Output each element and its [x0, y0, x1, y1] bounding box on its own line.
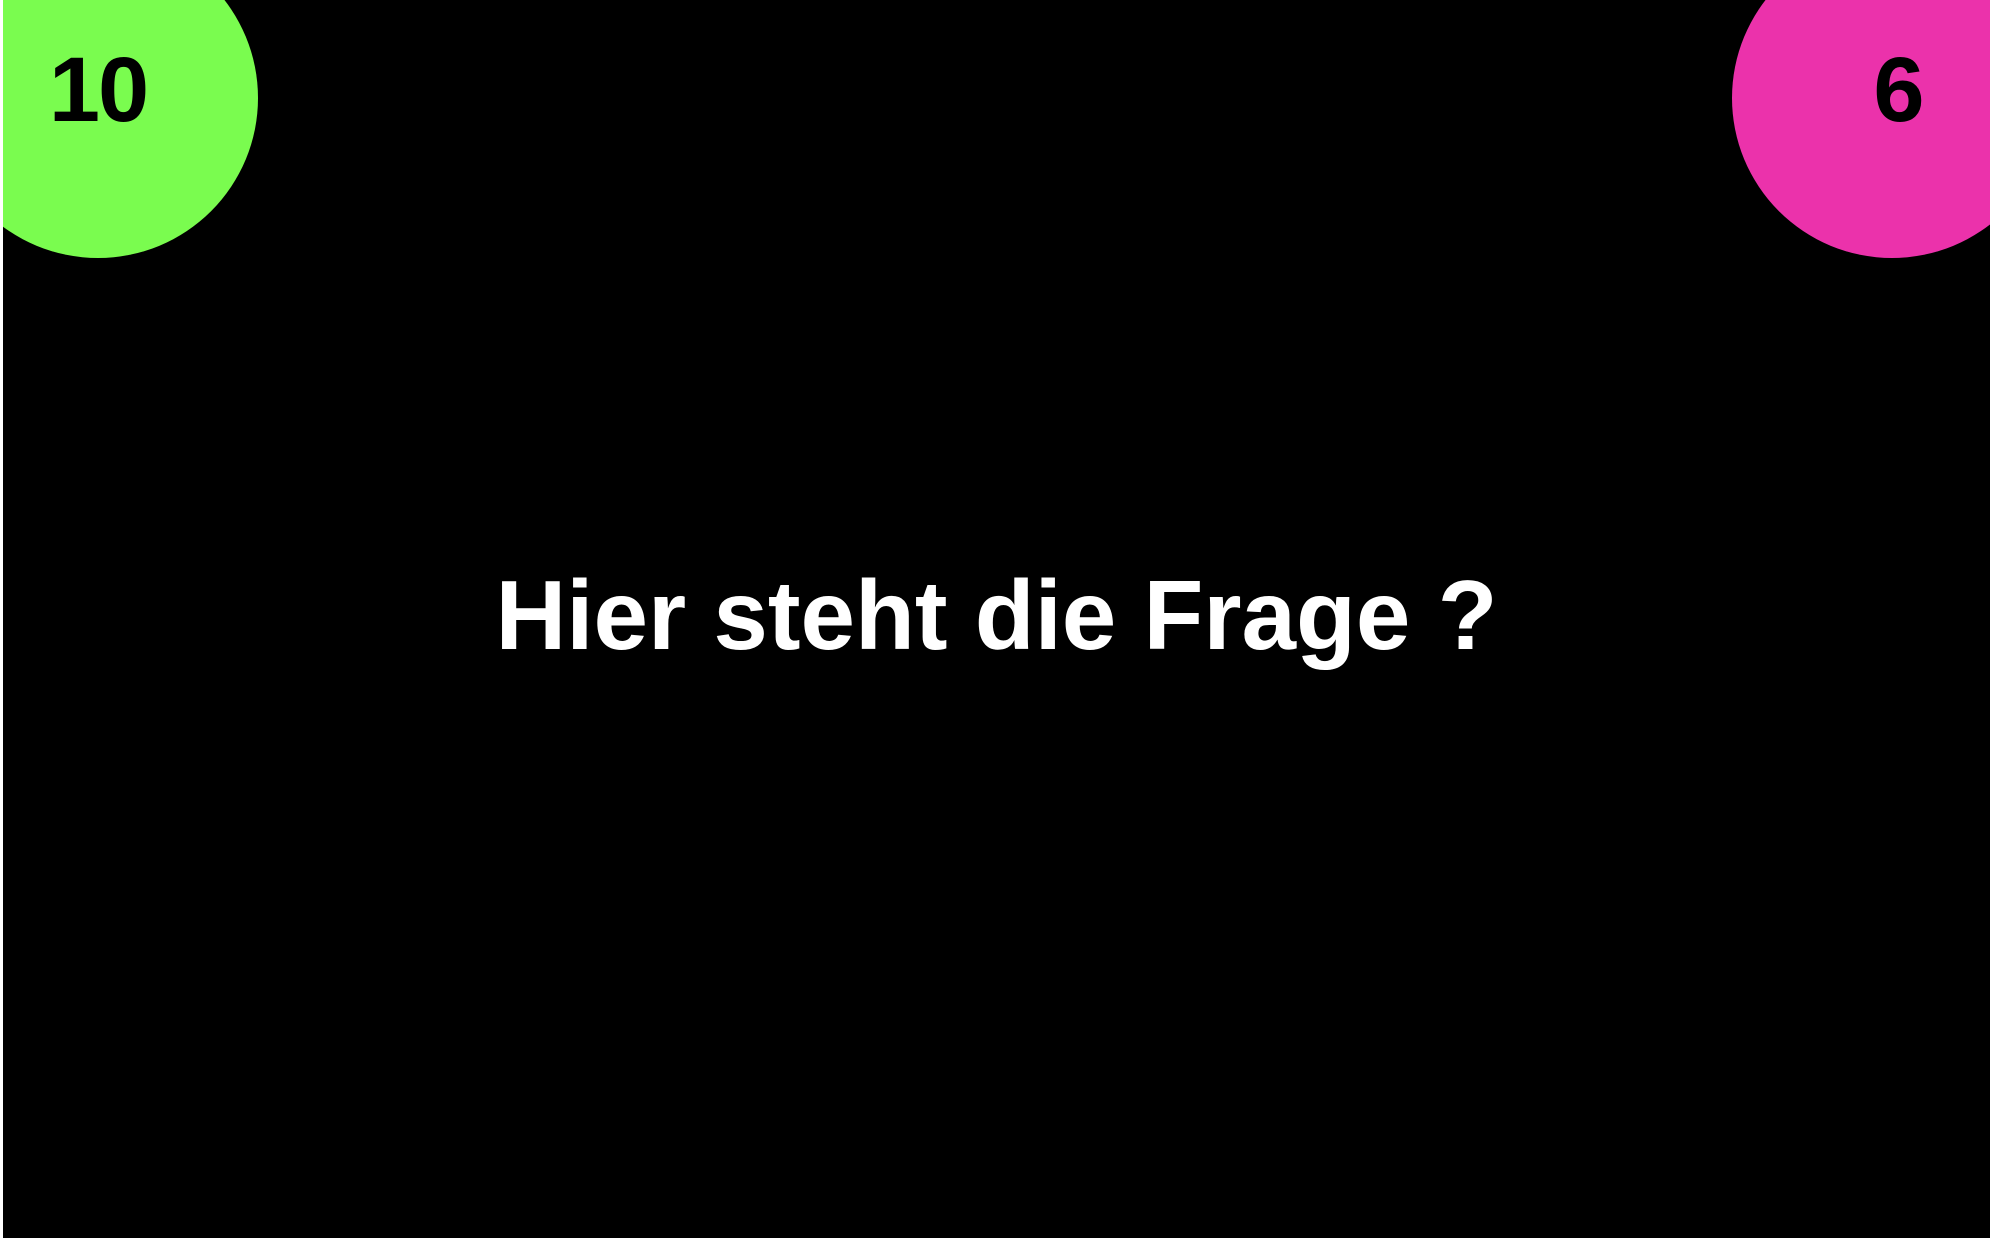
game-stage: 10 6 Hier steht die Frage ?: [3, 0, 1990, 1238]
player-two-score: 6: [1873, 39, 1924, 141]
player-one-score: 10: [48, 39, 149, 141]
question-text: Hier steht die Frage ?: [495, 560, 1498, 670]
